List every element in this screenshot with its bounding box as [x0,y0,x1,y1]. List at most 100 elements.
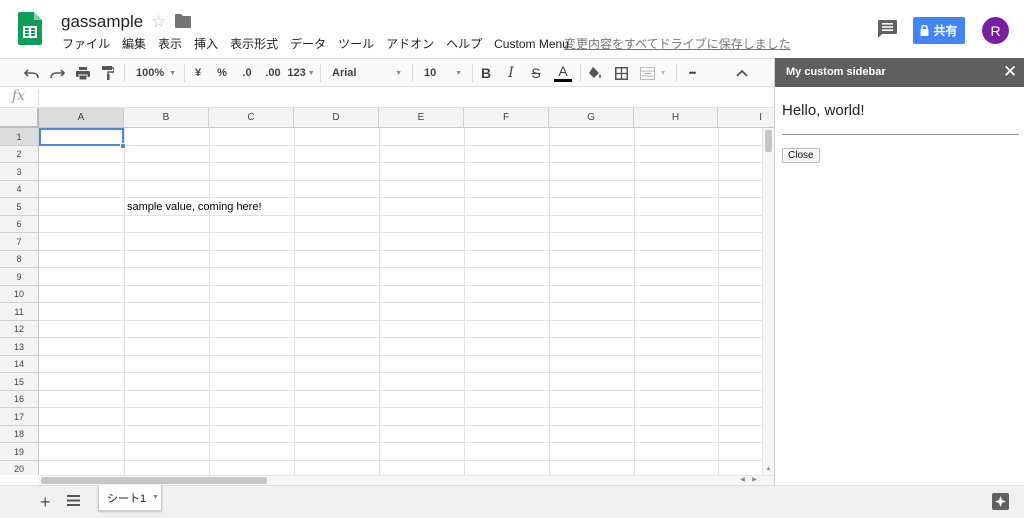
comment-icon[interactable] [878,20,897,38]
row-header-6[interactable]: 6 [0,216,39,233]
row-header-15[interactable]: 15 [0,373,39,391]
menu-insert[interactable]: 挿入 [188,36,224,52]
grid-line [39,145,774,146]
row-header-11[interactable]: 11 [0,303,39,321]
currency-format-button[interactable]: ¥ [188,59,208,87]
document-title[interactable]: gassample [61,12,143,32]
italic-button[interactable]: I [501,59,521,87]
undo-icon[interactable] [20,59,42,87]
more-options-button[interactable]: ••• [681,59,703,87]
redo-icon[interactable] [46,59,68,87]
column-header-b[interactable]: B [124,108,209,128]
toolbar-divider [184,64,185,82]
horizontal-scroll-thumb[interactable] [41,477,267,484]
grid-line [39,460,774,461]
zoom-value: 100% [136,67,165,79]
column-header-g[interactable]: G [549,108,634,128]
grid-line [39,442,774,443]
font-size-value: 10 [424,67,437,79]
row-header-19[interactable]: 19 [0,443,39,461]
row-header-8[interactable]: 8 [0,251,39,268]
row-header-14[interactable]: 14 [0,356,39,373]
row-header-20[interactable]: 20 [0,461,39,475]
row-header-3[interactable]: 3 [0,163,39,181]
number-format-button[interactable]: 123 ▼ [287,59,315,87]
row-header-2[interactable]: 2 [0,146,39,163]
column-header-e[interactable]: E [379,108,464,128]
sheet-tab-bar: + シート1 ▼ [0,485,1024,518]
increase-decimal-button[interactable]: .00 [261,59,285,87]
menu-data[interactable]: データ [284,36,332,52]
menu-edit[interactable]: 編集 [116,36,152,52]
row-header-13[interactable]: 13 [0,338,39,356]
save-status-link[interactable]: 変更内容をすべてドライブに保存しました [564,35,791,52]
chevron-down-icon[interactable]: ▼ [152,494,159,501]
scroll-right-icon[interactable]: ▶ [749,476,760,485]
row-header-16[interactable]: 16 [0,391,39,408]
all-sheets-menu-icon[interactable] [67,495,80,506]
spreadsheet-grid[interactable]: A B C D E F G H I 1 2 3 4 5 6 7 8 9 10 1… [0,108,774,475]
print-icon[interactable] [72,59,94,87]
menu-addons[interactable]: アドオン [380,36,440,52]
sidebar-header: My custom sidebar ✕ [775,58,1024,87]
grid-line [39,250,774,251]
add-sheet-icon[interactable]: + [40,492,51,512]
cell-selection[interactable] [39,128,124,146]
row-header-12[interactable]: 12 [0,321,39,338]
column-header-f[interactable]: F [464,108,549,128]
row-header-10[interactable]: 10 [0,286,39,303]
vertical-scrollbar[interactable]: ▲ ▼ [762,128,774,475]
paint-format-icon[interactable] [97,59,119,87]
column-header-h[interactable]: H [634,108,718,128]
zoom-select[interactable]: 100% ▼ [128,59,180,87]
merge-cells-icon[interactable]: ▼ [636,59,670,87]
row-header-1[interactable]: 1 [0,128,39,146]
share-button[interactable]: 共有 [913,17,965,44]
menu-custom[interactable]: Custom Menu [488,36,575,52]
formula-input[interactable] [42,87,762,107]
scroll-up-icon[interactable]: ▲ [763,464,774,474]
vertical-scroll-thumb[interactable] [765,130,772,152]
row-header-7[interactable]: 7 [0,233,39,251]
menu-view[interactable]: 表示 [152,36,188,52]
chevron-down-icon: ▼ [455,69,462,77]
grid-line [39,162,774,163]
percent-format-button[interactable]: % [212,59,232,87]
sheet-tab[interactable]: シート1 ▼ [98,485,162,511]
fill-color-icon[interactable] [584,59,606,87]
menu-tools[interactable]: ツール [332,36,380,52]
column-header-a[interactable]: A [39,108,124,128]
star-icon[interactable]: ☆ [151,12,166,32]
row-header-17[interactable]: 17 [0,408,39,426]
avatar[interactable]: R [982,17,1009,44]
scroll-left-icon[interactable]: ◀ [737,476,748,485]
font-family-select[interactable]: Arial ▼ [324,59,408,87]
folder-icon[interactable] [175,14,191,28]
sheets-logo-icon[interactable] [18,12,42,45]
menu-help[interactable]: ヘルプ [440,36,488,52]
grid-line [39,285,774,286]
bold-button[interactable]: B [476,59,496,87]
menu-format[interactable]: 表示形式 [224,36,284,52]
sidebar-close-button[interactable]: Close [782,148,820,163]
column-header-c[interactable]: C [209,108,294,128]
row-header-18[interactable]: 18 [0,426,39,443]
strikethrough-button[interactable]: S [526,59,546,87]
collapse-toolbar-icon[interactable] [731,59,753,87]
text-color-button[interactable]: A [551,59,575,87]
column-header-d[interactable]: D [294,108,379,128]
row-header-5[interactable]: 5 [0,198,39,216]
borders-icon[interactable] [610,59,632,87]
horizontal-scrollbar[interactable]: ◀ ▶ [39,475,774,485]
menu-file[interactable]: ファイル [56,36,116,52]
row-header-9[interactable]: 9 [0,268,39,286]
select-all-corner[interactable] [0,108,39,128]
close-icon[interactable]: ✕ [1003,63,1017,81]
font-size-select[interactable]: 10 ▼ [416,59,468,87]
row-header-4[interactable]: 4 [0,181,39,198]
cell-b5[interactable]: sample value, coming here! [127,199,262,215]
decrease-decimal-button[interactable]: .0 [236,59,258,87]
explore-icon[interactable] [992,493,1009,510]
column-header-i[interactable]: I [718,108,774,128]
fill-handle[interactable] [120,143,126,149]
